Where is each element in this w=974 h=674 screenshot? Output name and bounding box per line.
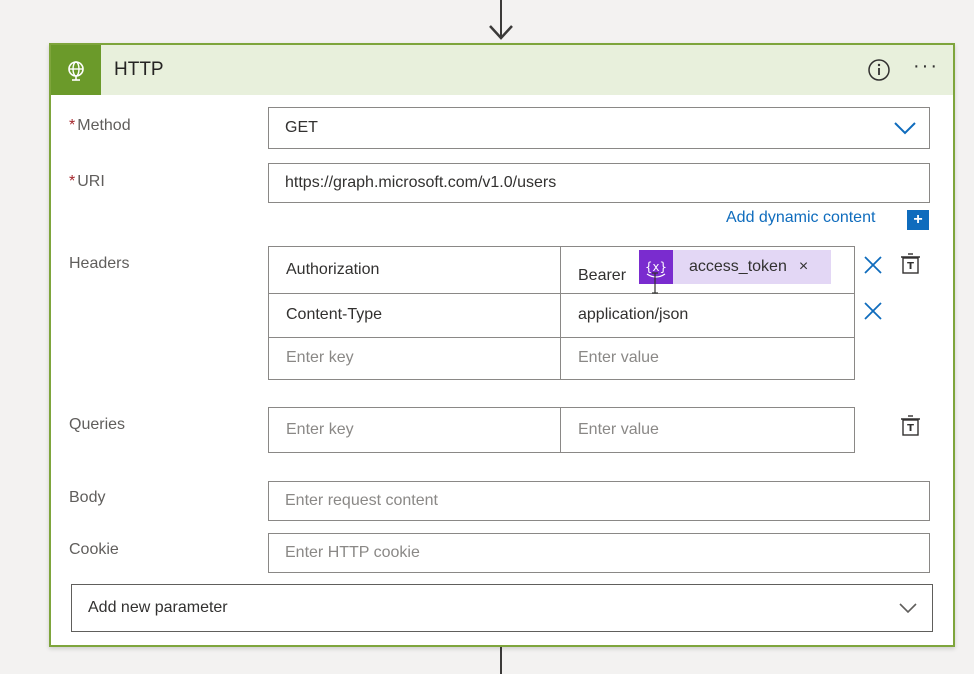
body-input[interactable]: Enter request content bbox=[268, 481, 930, 521]
remove-header-authorization-icon[interactable] bbox=[862, 254, 884, 276]
more-options-icon[interactable]: ··· bbox=[913, 55, 939, 78]
add-dynamic-content-link[interactable]: Add dynamic content bbox=[726, 209, 875, 227]
http-globe-icon bbox=[51, 45, 101, 95]
queries-text-mode-icon[interactable]: T bbox=[899, 414, 923, 438]
chevron-down-icon bbox=[894, 122, 916, 135]
chevron-down-icon bbox=[899, 603, 917, 614]
cookie-input[interactable]: Enter HTTP cookie bbox=[268, 533, 930, 573]
switch-to-text-mode-icon[interactable]: T bbox=[899, 252, 923, 276]
method-value: GET bbox=[285, 119, 318, 136]
token-remove-icon[interactable]: × bbox=[799, 258, 808, 276]
svg-text:T: T bbox=[907, 423, 914, 434]
cookie-label: Cookie bbox=[69, 541, 119, 558]
uri-label: * URI bbox=[69, 173, 105, 190]
uri-value: https://graph.microsoft.com/v1.0/users bbox=[285, 174, 557, 191]
header-key-content-type[interactable]: Content-Type bbox=[269, 293, 559, 337]
action-header[interactable]: HTTP ··· bbox=[51, 45, 953, 95]
header-new-value-input[interactable]: Enter value bbox=[561, 337, 853, 379]
add-new-parameter-dropdown[interactable]: Add new parameter bbox=[71, 584, 933, 632]
method-dropdown[interactable]: GET bbox=[268, 107, 930, 149]
header-key-authorization[interactable]: Authorization bbox=[269, 247, 559, 293]
header-value-content-type[interactable]: application/json bbox=[561, 293, 853, 337]
http-action-card: HTTP ··· * Method GET * URI https://graph.… bbox=[49, 43, 955, 647]
add-dynamic-content-icon[interactable]: + bbox=[907, 210, 929, 230]
info-icon[interactable] bbox=[867, 58, 891, 82]
header-new-key-input[interactable]: Enter key bbox=[269, 337, 559, 379]
arrow-down-icon bbox=[489, 25, 513, 40]
remove-header-content-type-icon[interactable] bbox=[862, 300, 884, 322]
svg-text:T: T bbox=[907, 261, 914, 272]
dynamic-token-access-token[interactable]: {x} access_token × bbox=[639, 250, 831, 284]
token-label: access_token bbox=[689, 258, 787, 275]
query-key-input[interactable]: Enter key bbox=[269, 408, 559, 452]
text-cursor-icon bbox=[652, 272, 658, 294]
method-label: * Method bbox=[69, 117, 131, 134]
body-label: Body bbox=[69, 489, 106, 506]
flow-connector-bottom bbox=[500, 646, 502, 674]
query-value-input[interactable]: Enter value bbox=[561, 408, 853, 452]
required-mark: * bbox=[69, 117, 76, 134]
uri-input[interactable]: https://graph.microsoft.com/v1.0/users bbox=[268, 163, 930, 203]
required-mark: * bbox=[69, 173, 76, 190]
headers-label: Headers bbox=[69, 255, 130, 272]
queries-label: Queries bbox=[69, 416, 126, 433]
action-title: HTTP bbox=[114, 59, 164, 80]
